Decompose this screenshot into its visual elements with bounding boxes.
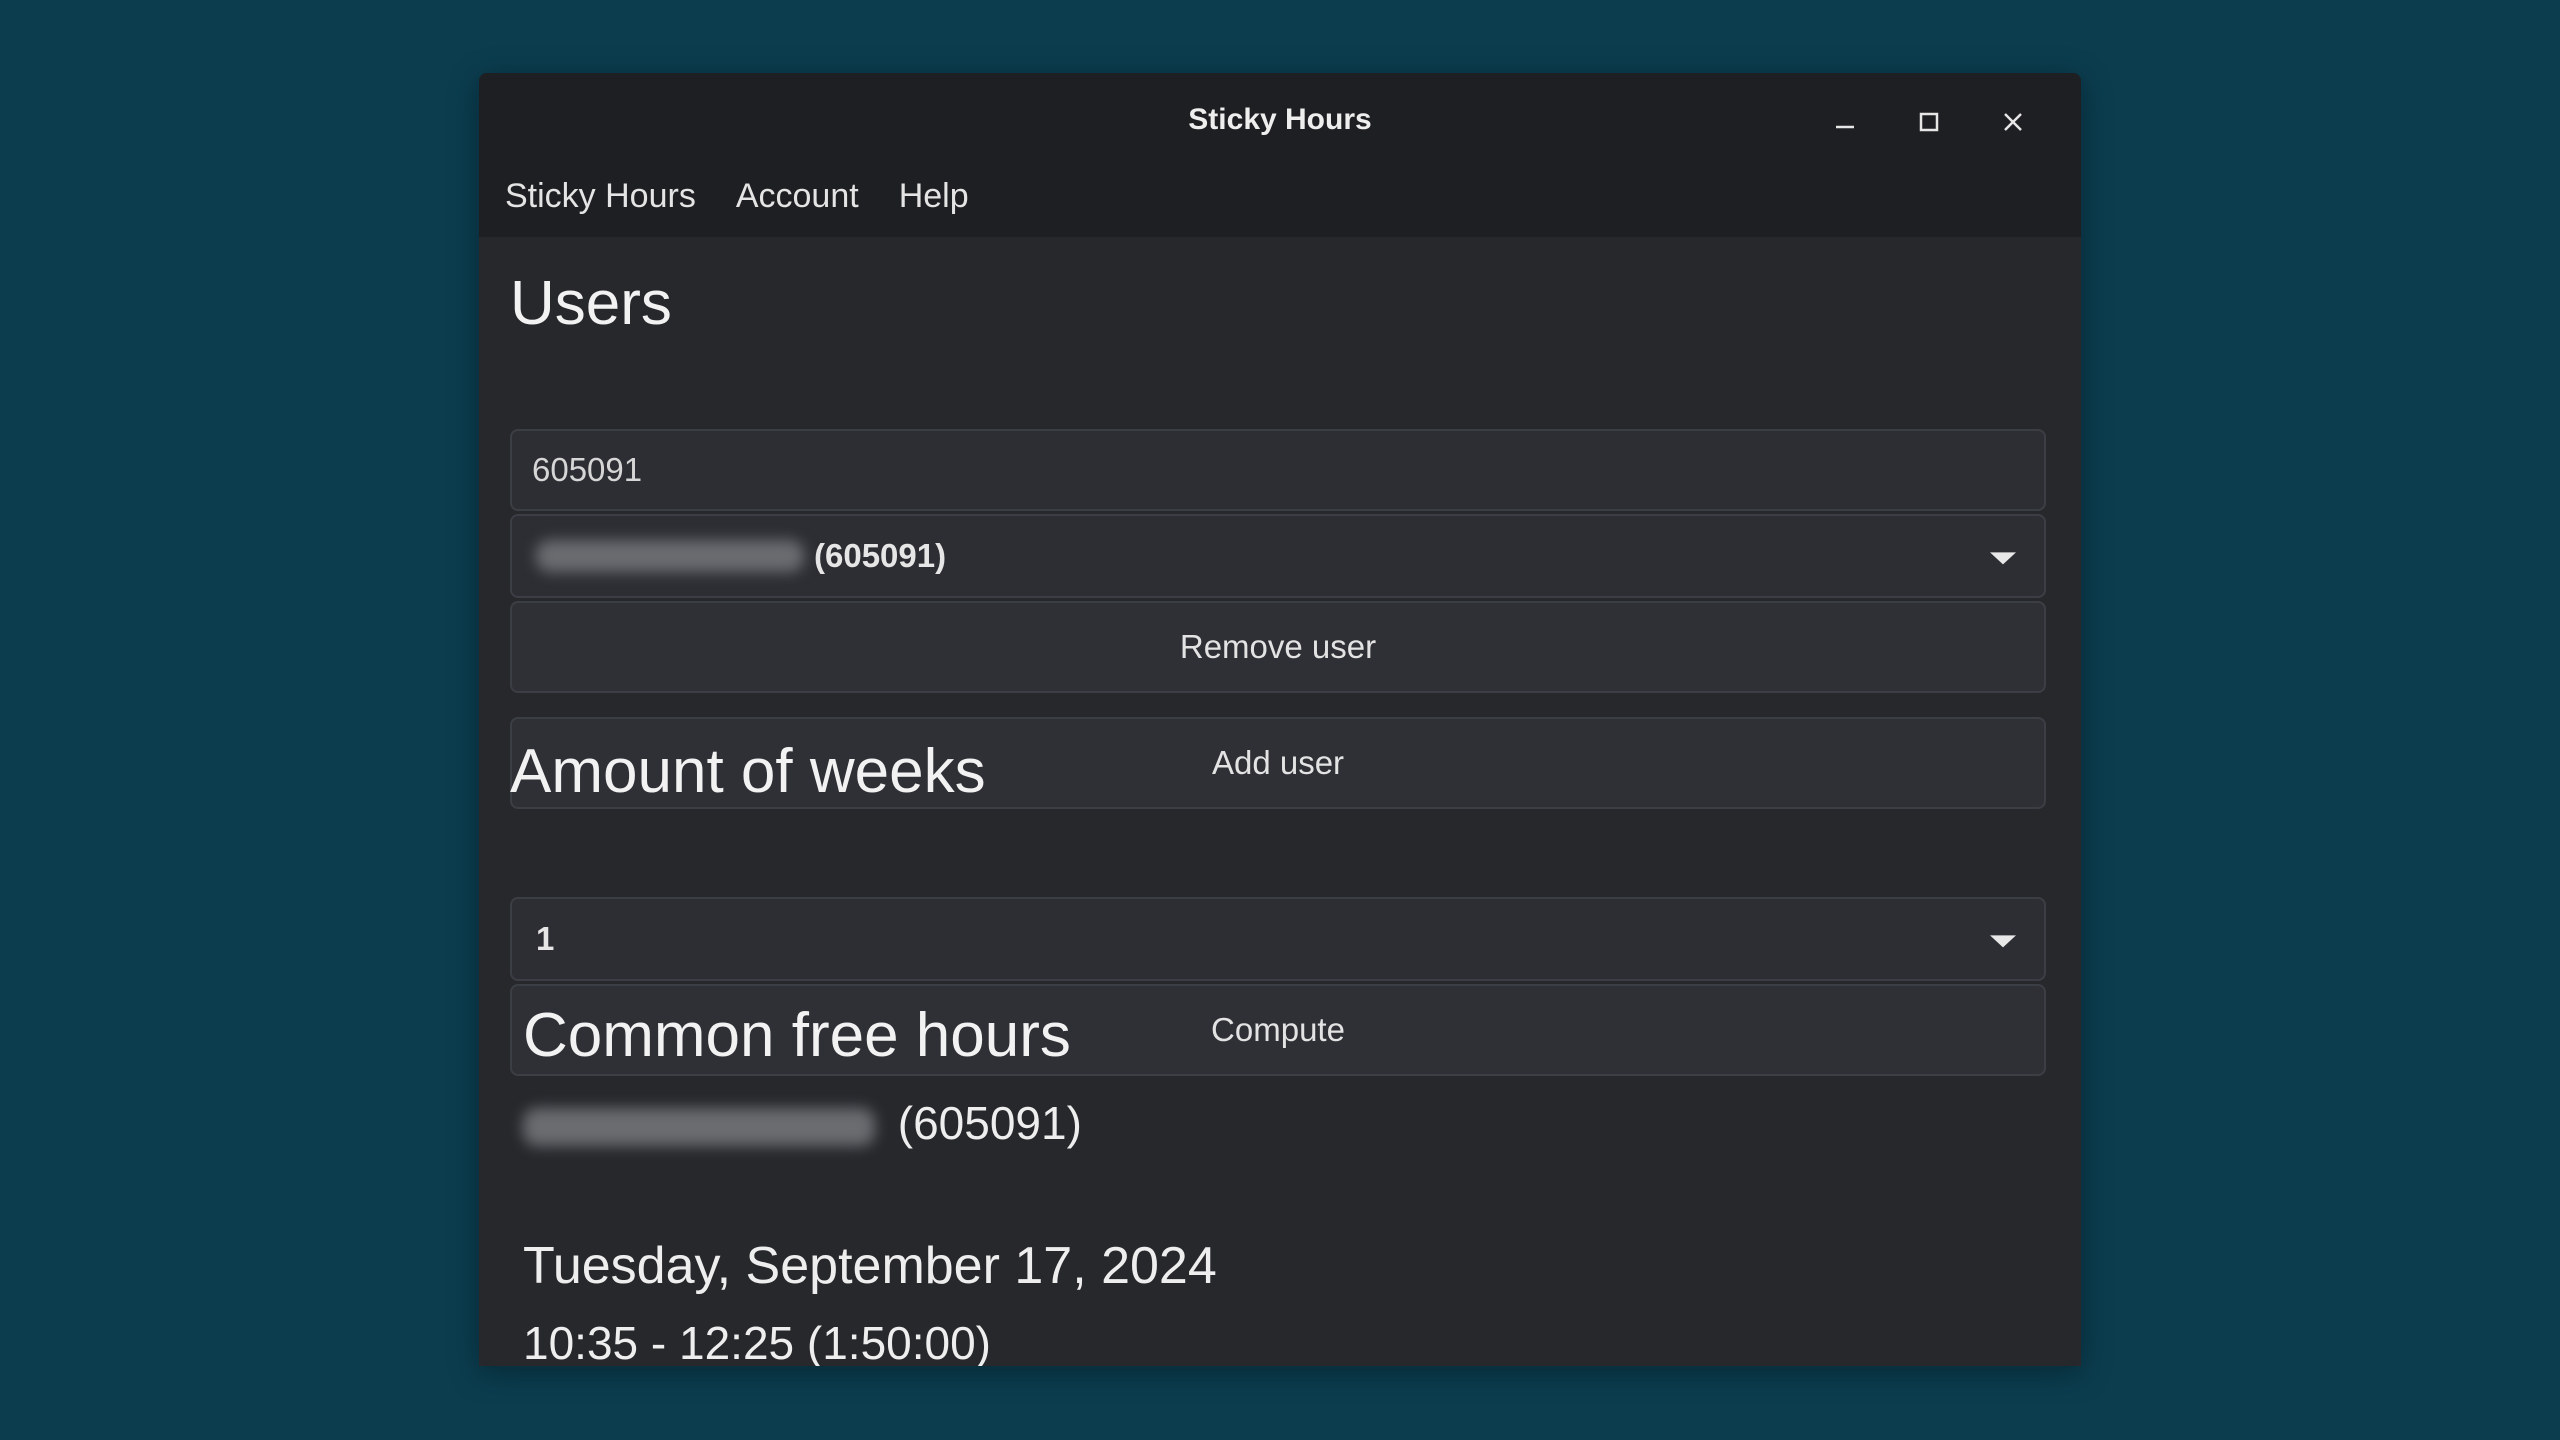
chevron-down-icon — [1990, 552, 2016, 565]
user-search-field[interactable] — [510, 429, 2046, 511]
maximize-icon — [1919, 112, 1939, 132]
minimize-button[interactable] — [1815, 97, 1875, 147]
selected-user-id: (605091) — [814, 537, 947, 574]
menu-help[interactable]: Help — [899, 173, 969, 213]
app-window: Sticky Hours Sticky Hours Account Help U… — [479, 73, 2081, 1366]
menu-sticky-hours[interactable]: Sticky Hours — [505, 173, 696, 213]
redacted-user-name — [536, 540, 804, 572]
maximize-button[interactable] — [1899, 97, 1959, 147]
minimize-icon — [1836, 125, 1854, 129]
menu-account[interactable]: Account — [736, 173, 859, 213]
user-select[interactable]: (605091) — [510, 514, 2046, 598]
title-bar[interactable]: Sticky Hours — [479, 73, 2081, 173]
weeks-heading: Amount of weeks — [510, 737, 986, 806]
user-id-input[interactable] — [512, 431, 2044, 509]
users-heading: Users — [510, 269, 672, 338]
weeks-value: 1 — [536, 920, 555, 957]
result-time-slot: 10:35 - 12:25 (1:50:00) — [523, 1317, 991, 1366]
close-button[interactable] — [1983, 97, 2043, 147]
redacted-user-name — [523, 1107, 875, 1146]
results-heading: Common free hours — [523, 1001, 1071, 1070]
chevron-down-icon — [1990, 935, 2016, 948]
menu-bar: Sticky Hours Account Help — [479, 173, 2081, 237]
close-icon — [2004, 113, 2022, 131]
result-user: (605091) — [523, 1100, 1082, 1146]
weeks-select[interactable]: 1 — [510, 897, 2046, 981]
result-user-id: (605091) — [897, 1097, 1082, 1149]
result-date: Tuesday, September 17, 2024 — [523, 1237, 1217, 1295]
remove-user-button[interactable]: Remove user — [510, 601, 2046, 693]
